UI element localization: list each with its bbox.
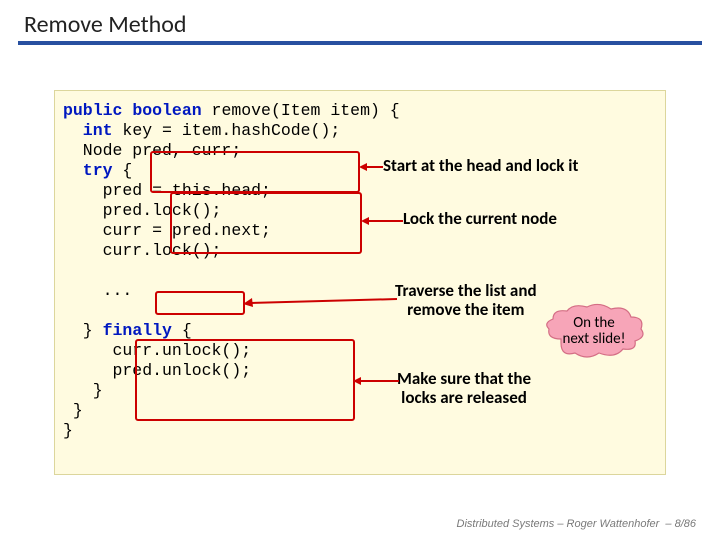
footer-page: – 8/86 [665, 518, 696, 530]
kw-try: try [63, 161, 113, 180]
code-ellipsis: ... [63, 281, 132, 300]
cloud-text: On the next slide! [541, 303, 647, 359]
code-text: } [63, 401, 83, 420]
code-text: } [63, 381, 103, 400]
annotation-4: Make sure that the locks are released [397, 369, 531, 407]
highlight-box-4 [135, 339, 355, 421]
kw-boolean: boolean [122, 101, 201, 120]
callout-cloud: On the next slide! [541, 303, 647, 359]
code-text: key = item.hashCode(); [113, 121, 341, 140]
footer: Distributed Systems – Roger Wattenhofer … [457, 518, 697, 530]
highlight-box-2 [170, 192, 362, 254]
annotation-2: Lock the current node [403, 209, 557, 228]
highlight-box-3 [155, 291, 245, 315]
annotation-3: Traverse the list and remove the item [395, 281, 537, 319]
code-text: } [63, 421, 73, 440]
code-text: { [172, 321, 192, 340]
kw-public: public [63, 101, 122, 120]
code-text: remove(Item item) { [202, 101, 400, 120]
title-divider [18, 41, 702, 45]
kw-finally: finally [103, 321, 172, 340]
slide-title: Remove Method [0, 0, 720, 41]
code-text: } [63, 321, 103, 340]
kw-int: int [63, 121, 113, 140]
code-text: { [113, 161, 133, 180]
annotation-1: Start at the head and lock it [383, 156, 578, 175]
footer-course: Distributed Systems – Roger Wattenhofer [457, 518, 660, 530]
code-panel: public boolean remove(Item item) { int k… [54, 90, 666, 475]
highlight-box-1 [150, 151, 360, 193]
